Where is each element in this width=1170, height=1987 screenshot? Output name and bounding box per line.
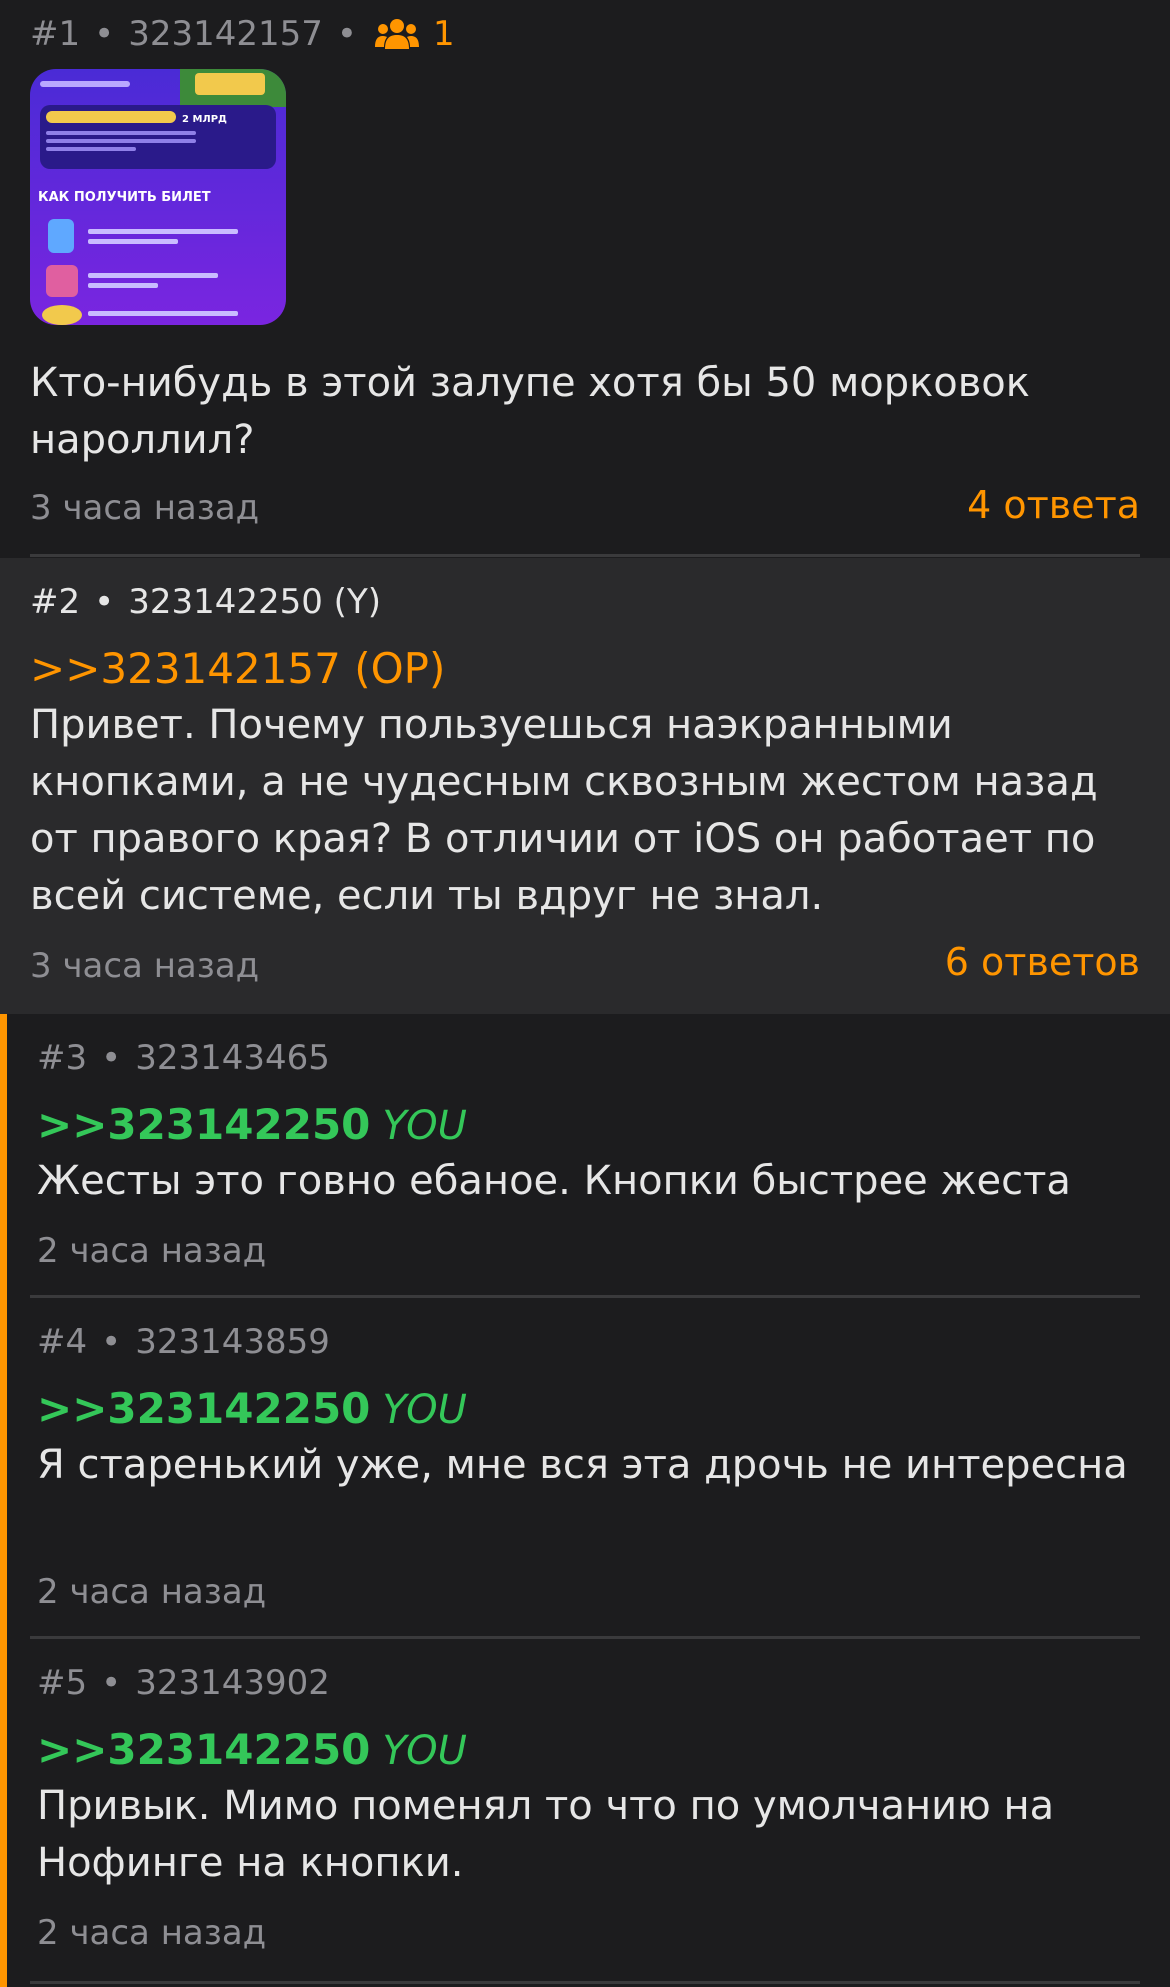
post-id[interactable]: 323143465 (135, 1038, 330, 1078)
separator-dot: • (336, 14, 357, 54)
attachment-thumbnail[interactable]: 2 МЛРД КАК ПОЛУЧИТЬ БИЛЕТ (30, 69, 286, 325)
post-number: #3 (37, 1038, 88, 1078)
separator-dot: • (101, 1663, 122, 1703)
own-reply-indicator (0, 1639, 7, 1987)
post-number: #4 (37, 1322, 88, 1362)
reply-link[interactable]: >>323142250 YOU (37, 1096, 467, 1155)
you-tag: YOU (382, 1103, 467, 1149)
post-number: #1 (30, 14, 81, 54)
post-number: #2 (30, 582, 81, 622)
post-text: Привык. Мимо поменял то что по умолчанию… (37, 1783, 1055, 1886)
reply-link[interactable]: >>323142250 YOU (37, 1721, 467, 1780)
svg-text:2 МЛРД: 2 МЛРД (182, 114, 227, 125)
replies-link[interactable]: 4 ответа (967, 483, 1140, 527)
separator-dot: • (94, 14, 115, 54)
post-id[interactable]: 323142157 (128, 14, 323, 54)
own-reply-indicator (0, 1298, 7, 1639)
separator-dot: • (94, 582, 115, 622)
post-time: 2 часа назад (37, 1231, 267, 1271)
separator-dot: • (101, 1322, 122, 1362)
post-text: Жесты это говно ебаное. Кнопки быстрее ж… (37, 1158, 1071, 1204)
post-reply: #3 • 323143465 >>323142250 YOU Жесты это … (0, 1014, 1170, 1298)
post-id[interactable]: 323143859 (135, 1322, 330, 1362)
post-id[interactable]: 323143902 (135, 1663, 330, 1703)
thumbnail-image: 2 МЛРД КАК ПОЛУЧИТЬ БИЛЕТ (30, 69, 286, 325)
post-id[interactable]: 323142250 (Y) (128, 582, 381, 622)
post-number: #5 (37, 1663, 88, 1703)
reply-link[interactable]: >>323142250 YOU (37, 1380, 467, 1439)
replies-link[interactable]: 6 ответов (945, 940, 1140, 984)
post-reply: #5 • 323143902 >>323142250 YOU Привык. Ми… (0, 1639, 1170, 1987)
reply-target: >>323142250 (37, 1100, 371, 1149)
separator-dot: • (101, 1038, 122, 1078)
you-tag: YOU (382, 1728, 467, 1774)
posters-count[interactable]: 1 (374, 14, 455, 54)
post-time: 2 часа назад (37, 1572, 267, 1612)
own-reply-indicator (0, 1014, 7, 1298)
you-tag: YOU (382, 1387, 467, 1433)
post-header: #2 • 323142250 (Y) (30, 580, 381, 624)
post-text: Кто-нибудь в этой залупе хотя бы 50 морк… (30, 360, 1030, 463)
post-header: #3 • 323143465 (37, 1036, 330, 1080)
post-header: #5 • 323143902 (37, 1661, 330, 1705)
reply-target: >>323142250 (37, 1725, 371, 1774)
people-icon (374, 19, 419, 49)
post-header: #4 • 323143859 (37, 1320, 330, 1364)
post-highlighted: #2 • 323142250 (Y) >>323142157 (OP) Прив… (0, 558, 1170, 1014)
reply-target: >>323142250 (37, 1384, 371, 1433)
post-reply: #4 • 323143859 >>323142250 YOU Я стареньк… (0, 1298, 1170, 1639)
divider (30, 554, 1140, 557)
svg-text:КАК ПОЛУЧИТЬ БИЛЕТ: КАК ПОЛУЧИТЬ БИЛЕТ (38, 190, 211, 205)
post-time: 3 часа назад (30, 488, 260, 528)
post-time: 3 часа назад (30, 946, 260, 986)
posters-number: 1 (432, 14, 455, 54)
reply-link-op[interactable]: >>323142157 (OP) (30, 640, 445, 697)
post-time: 2 часа назад (37, 1913, 267, 1953)
post-header: #1 • 323142157 • 1 (30, 12, 455, 56)
post-op: #1 • 323142157 • 1 2 МЛРД КАК ПОЛУЧИТЬ Б… (0, 0, 1170, 558)
post-text: Я старенький уже, мне вся эта дрочь не и… (37, 1442, 1128, 1488)
post-text: Привет. Почему пользуешься наэкранными к… (30, 702, 1098, 919)
divider (30, 1981, 1140, 1984)
